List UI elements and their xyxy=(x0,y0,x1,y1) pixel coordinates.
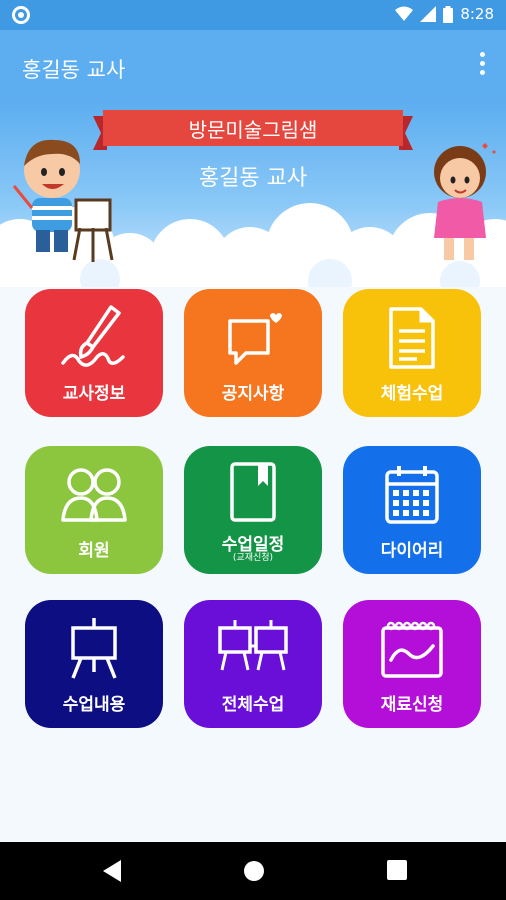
boy-painter-illustration xyxy=(12,139,114,262)
system-nav-bar xyxy=(0,842,506,900)
wifi-icon xyxy=(395,6,414,21)
recents-icon[interactable] xyxy=(387,860,407,880)
app-bar: 홍길동 교사 xyxy=(0,30,506,102)
tile-notices-label: 공지사항 xyxy=(221,384,285,404)
notification-icon xyxy=(12,6,30,24)
tile-class-schedule[interactable]: 수업일정 (교재신청) xyxy=(184,446,322,574)
tile-teacher-info-label: 교사정보 xyxy=(62,384,126,404)
signal-icon xyxy=(420,6,437,22)
home-icon[interactable] xyxy=(243,860,265,882)
tile-members-label: 회원 xyxy=(78,541,110,561)
sketchbook-icon xyxy=(381,621,443,678)
calendar-icon xyxy=(385,466,439,524)
chat-heart-icon xyxy=(228,313,282,365)
tile-material-request-label: 재료신청 xyxy=(380,695,444,715)
tile-class-content-label: 수업내용 xyxy=(62,695,126,715)
tile-trial-class[interactable]: 체험수업 xyxy=(343,289,481,417)
tile-trial-class-label: 체험수업 xyxy=(380,384,444,404)
brush-signature-icon xyxy=(61,305,125,367)
clock: 8:28 xyxy=(460,5,494,23)
tile-material-request[interactable]: 재료신청 xyxy=(343,600,481,728)
people-icon xyxy=(61,468,127,522)
tile-diary[interactable]: 다이어리 xyxy=(343,446,481,574)
tile-diary-label: 다이어리 xyxy=(380,541,444,561)
tile-teacher-info[interactable]: 교사정보 xyxy=(25,289,163,417)
battery-icon xyxy=(443,5,454,23)
double-easel-icon xyxy=(218,620,288,671)
easel-icon xyxy=(71,618,117,679)
app-title: 홍길동 교사 xyxy=(22,58,126,82)
tile-members[interactable]: 회원 xyxy=(25,446,163,574)
tile-class-content[interactable]: 수업내용 xyxy=(25,600,163,728)
banner-title: 방문미술그림샘 xyxy=(188,118,318,142)
tile-class-schedule-sublabel: (교재신청) xyxy=(232,553,274,563)
tile-notices[interactable]: 공지사항 xyxy=(184,289,322,417)
girl-illustration xyxy=(434,143,496,260)
book-icon xyxy=(230,462,276,522)
document-icon xyxy=(389,307,435,369)
tile-all-classes-label: 전체수업 xyxy=(221,695,285,715)
hero-banner: 방문미술그림샘 홍길동 교사 xyxy=(0,102,506,287)
back-icon[interactable] xyxy=(103,860,121,882)
status-bar: 8:28 xyxy=(0,0,506,30)
more-vert-icon[interactable] xyxy=(472,50,492,80)
tile-all-classes[interactable]: 전체수업 xyxy=(184,600,322,728)
